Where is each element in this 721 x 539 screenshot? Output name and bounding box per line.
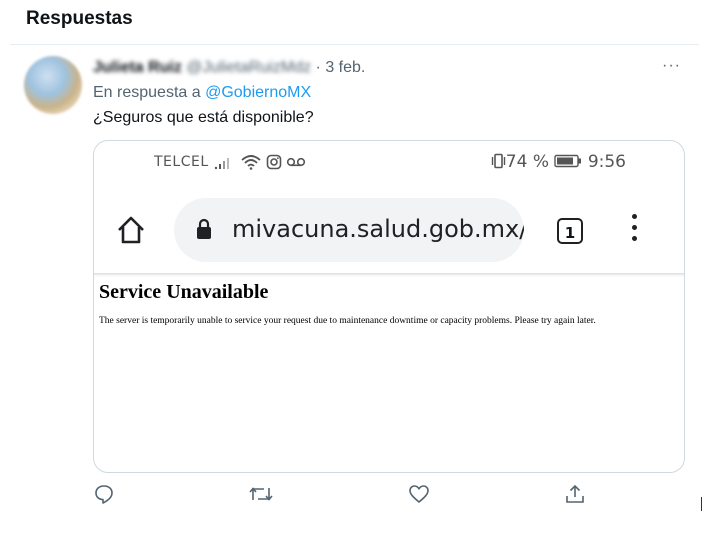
voicemail-icon	[287, 157, 306, 166]
carrier-label: TELCEL	[154, 154, 209, 170]
tweet-text: ¿Seguros que está disponible?	[93, 109, 314, 126]
url-text[interactable]: mivacuna.salud.gob.mx/	[232, 215, 524, 243]
status-right: 74 % 9:56	[490, 152, 626, 172]
reply-context: En respuesta a @GobiernoMX	[93, 84, 311, 102]
reply-prefix: En respuesta a	[93, 84, 201, 101]
address-bar[interactable]: mivacuna.salud.gob.mx/	[174, 198, 524, 262]
author-name[interactable]: Julieta Ruiz	[93, 59, 182, 76]
lock-icon	[197, 218, 211, 239]
separator-dot: ·	[315, 59, 321, 76]
battery-icon	[554, 154, 582, 168]
tweet-media[interactable]: TELCEL 74 % 9:56 mivacuna.salud.gob.mx/ …	[93, 140, 685, 473]
avatar[interactable]	[24, 56, 82, 114]
author-handle[interactable]: @JulietaRuizMdz	[186, 59, 311, 76]
phone-status-bar: TELCEL 74 % 9:56	[94, 141, 684, 187]
signal-icon	[214, 157, 229, 169]
error-title: Service Unavailable	[99, 281, 269, 303]
retweet-icon[interactable]	[248, 483, 274, 505]
share-icon[interactable]	[564, 483, 586, 505]
error-message: The server is temporarily unable to serv…	[99, 316, 596, 326]
page-content: Service Unavailable The server is tempor…	[94, 273, 684, 472]
menu-icon[interactable]	[632, 214, 638, 247]
browser-toolbar: mivacuna.salud.gob.mx/ 1	[94, 187, 684, 273]
wifi-icon	[241, 154, 261, 170]
clock: 9:56	[587, 152, 626, 172]
tweet-date[interactable]: 3 feb.	[325, 59, 365, 76]
text-cursor	[701, 497, 702, 511]
status-icons	[214, 152, 306, 170]
tweet-actions	[93, 483, 693, 509]
vibrate-icon	[491, 153, 505, 169]
reply-to-link[interactable]: @GobiernoMX	[205, 84, 311, 101]
divider	[10, 44, 699, 45]
like-icon[interactable]	[408, 483, 430, 505]
tweet-meta: Julieta Ruiz @JulietaRuizMdz · 3 feb.	[93, 59, 365, 77]
instagram-icon	[266, 154, 281, 169]
more-options-button[interactable]: ···	[662, 57, 681, 75]
home-icon[interactable]	[116, 215, 146, 245]
reply-icon[interactable]	[93, 483, 115, 505]
section-title: Respuestas	[26, 8, 133, 29]
tab-switcher-button[interactable]: 1	[557, 218, 583, 244]
battery-percent: 74 %	[505, 152, 549, 172]
